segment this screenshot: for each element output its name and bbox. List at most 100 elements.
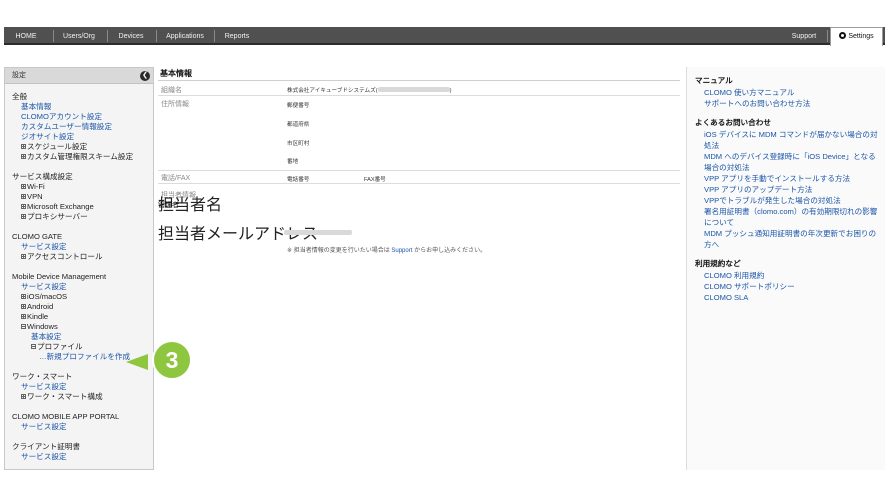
sidebar-section: 全般 基本情報 CLOMOアカウント設定 カスタムユーザー情報設定 ジオサイト設定 スケジ…	[12, 92, 153, 162]
nav-reports[interactable]: Reports	[215, 27, 259, 45]
sidebar-item-label: サービス設定	[21, 282, 67, 291]
sidebar-item-label: Android	[27, 302, 54, 311]
prefecture-label: 都道府県	[287, 122, 310, 128]
collapse-sidebar-icon[interactable]: ❮	[140, 71, 150, 81]
main-content: 基本情報 組織名 株式会社アイキューブドシステムズ() 住所情報 郵便番号 都道…	[158, 67, 680, 317]
sidebar-item[interactable]: iOS/macOS	[12, 292, 153, 302]
expand-icon[interactable]	[21, 214, 26, 219]
sidebar-item[interactable]: 基本情報	[12, 102, 153, 112]
contact-name-value: 管理者	[158, 202, 179, 209]
nav-home[interactable]: HOME	[4, 27, 48, 45]
phone-label: 電話/FAX	[161, 175, 191, 182]
sidebar-item[interactable]: サービス設定	[12, 242, 153, 252]
tel-label: 電話番号	[287, 177, 310, 183]
sidebar-item-label: プロキシサーバー	[27, 212, 88, 221]
sidebar-section-title: 全般	[12, 92, 28, 101]
sidebar-item[interactable]: スケジュール設定	[12, 142, 153, 152]
sidebar-item[interactable]: Kindle	[12, 312, 153, 322]
expand-icon[interactable]	[21, 314, 26, 319]
nav-users-org[interactable]: Users/Org	[54, 27, 104, 45]
help-link[interactable]: MDM プッシュ通知用証明書の年次更新でお困りの方へ	[695, 228, 879, 250]
sidebar-item[interactable]: カスタム管理権限スキーム設定	[12, 152, 153, 162]
sidebar-item-label: ジオサイト設定	[21, 132, 75, 141]
sidebar-item-label: スケジュール設定	[27, 142, 88, 151]
nav-settings-tab[interactable]: Settings	[830, 27, 883, 46]
org-row: 組織名 株式会社アイキューブドシステムズ()	[158, 81, 680, 96]
sidebar-item[interactable]: サービス設定	[12, 422, 153, 432]
sidebar-item-label: ワーク・スマート構成	[27, 392, 103, 401]
org-label: 組織名	[161, 87, 182, 94]
help-link[interactable]: CLOMO 利用規約	[695, 270, 879, 281]
sidebar-section: CLOMO MOBILE APP PORTAL サービス設定	[12, 412, 153, 432]
help-link[interactable]: iOS デバイスに MDM コマンドが届かない場合の対処法	[695, 129, 879, 151]
sidebar-item-label: iOS/macOS	[27, 292, 68, 301]
sidebar-item[interactable]: カスタムユーザー情報設定	[12, 122, 153, 132]
address-label: 住所情報	[161, 101, 189, 108]
nav-separator	[827, 30, 828, 42]
step-callout-badge: 3	[126, 340, 192, 380]
expand-icon[interactable]	[21, 254, 26, 259]
sidebar-item[interactable]: Windows	[12, 322, 153, 332]
nav-devices[interactable]: Devices	[108, 27, 154, 45]
contact-section: 担当者情報 担当者名 管理者 担当者メールアドレス ※ 担当者情報の変更を行いた…	[158, 184, 680, 264]
collapse-icon[interactable]	[31, 344, 36, 349]
expand-icon[interactable]	[21, 394, 26, 399]
expand-icon[interactable]	[21, 294, 26, 299]
help-link[interactable]: VPPでトラブルが発生した場合の対処法	[695, 195, 879, 206]
sidebar-item-label: Wi-Fi	[27, 182, 45, 191]
sidebar-item-label: カスタムユーザー情報設定	[21, 122, 112, 131]
street-label: 番地	[287, 159, 299, 165]
sidebar-section-title: CLOMO MOBILE APP PORTAL	[12, 412, 120, 421]
sidebar-item[interactable]: Wi-Fi	[12, 182, 153, 192]
sidebar-item-label: CLOMOアカウント設定	[21, 112, 103, 121]
settings-sidebar: 設定 ❮ 全般 基本情報 CLOMOアカウント設定 カスタムユーザー情報設定 ジオサイト…	[4, 67, 154, 470]
sidebar-item-label: Kindle	[27, 312, 49, 321]
expand-icon[interactable]	[21, 144, 26, 149]
sidebar-item[interactable]: サービス設定	[12, 282, 153, 292]
sidebar-item-label: サービス設定	[21, 242, 67, 251]
help-link[interactable]: CLOMO SLA	[695, 292, 879, 303]
help-link[interactable]: VPP アプリのアップデート方法	[695, 184, 879, 195]
sidebar-section-title: クライアント証明書	[12, 442, 81, 451]
help-link[interactable]: VPP アプリを手動でインストールする方法	[695, 173, 879, 184]
sidebar-item[interactable]: ワーク・スマート構成	[12, 392, 153, 402]
callout-number: 3	[166, 347, 179, 373]
postal-code-label: 郵便番号	[287, 103, 310, 109]
help-link[interactable]: MDM へのデバイス登録時に「iOS Device」となる場合の対処法	[695, 151, 879, 173]
sidebar-item[interactable]: アクセスコントロール	[12, 252, 153, 262]
help-panel: マニュアル CLOMO 使い方マニュアル サポートへのお問い合わせ方法 よくあるお…	[686, 67, 885, 470]
top-navigation-bar: HOME Users/Org Devices Applications Repo…	[4, 27, 885, 46]
expand-icon[interactable]	[21, 204, 26, 209]
sidebar-item[interactable]: Android	[12, 302, 153, 312]
nav-applications[interactable]: Applications	[157, 27, 213, 45]
collapse-icon[interactable]	[21, 324, 26, 329]
nav-support[interactable]: Support	[784, 27, 824, 45]
sidebar-item[interactable]: CLOMOアカウント設定	[12, 112, 153, 122]
sidebar-item-label: サービス設定	[21, 452, 67, 461]
sidebar-item[interactable]: ジオサイト設定	[12, 132, 153, 142]
sidebar-item[interactable]: サービス設定	[12, 452, 153, 462]
sidebar-item-label: サービス設定	[21, 382, 67, 391]
help-link[interactable]: サポートへのお問い合わせ方法	[695, 98, 879, 109]
expand-icon[interactable]	[21, 194, 26, 199]
help-link[interactable]: CLOMO 使い方マニュアル	[695, 87, 879, 98]
help-link[interactable]: CLOMO サポートポリシー	[695, 281, 879, 292]
redacted-email	[284, 230, 352, 235]
terms-heading: 利用規約など	[695, 259, 741, 268]
sidebar-item[interactable]: VPN	[12, 192, 153, 202]
sidebar-section: サービス構成設定 Wi-Fi VPN Microsoft Exchange プロキシサー…	[12, 172, 153, 222]
settings-label: Settings	[848, 33, 874, 40]
expand-icon[interactable]	[21, 304, 26, 309]
sidebar-item[interactable]: Microsoft Exchange	[12, 202, 153, 212]
expand-icon[interactable]	[21, 154, 26, 159]
callout-pointer	[126, 354, 148, 370]
sidebar-item-label: Microsoft Exchange	[27, 202, 94, 211]
sidebar-item-label: アクセスコントロール	[27, 252, 103, 261]
sidebar-item-label: 基本情報	[21, 102, 52, 111]
phone-row: 電話/FAX 電話番号 FAX番号	[158, 171, 680, 184]
expand-icon[interactable]	[21, 184, 26, 189]
help-link[interactable]: 署名用証明書（clomo.com）の有効期限切れの影響について	[695, 206, 879, 228]
sidebar-item[interactable]: プロキシサーバー	[12, 212, 153, 222]
support-link[interactable]: Support	[391, 248, 412, 254]
sidebar-item[interactable]: サービス設定	[12, 382, 153, 392]
